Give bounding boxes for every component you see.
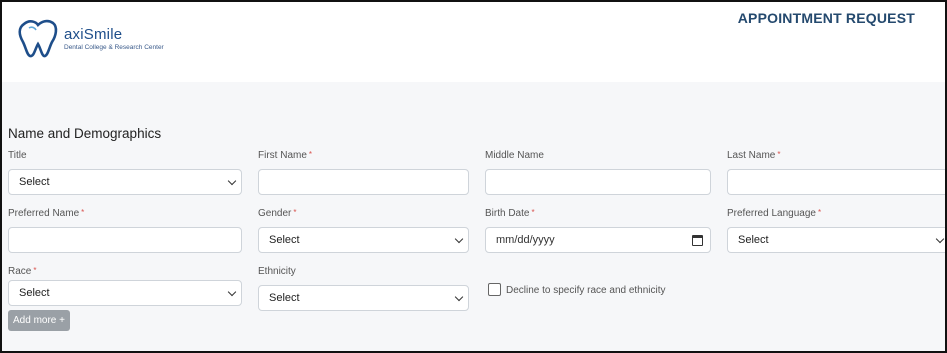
- title-label: Title: [8, 150, 27, 161]
- preferred-name-label: Preferred Name *: [8, 208, 85, 219]
- brand-logo: axiSmile Dental College & Research Cente…: [16, 18, 164, 60]
- appointment-form-window: axiSmile Dental College & Research Cente…: [0, 0, 947, 353]
- tooth-icon: [18, 19, 58, 58]
- page-header: axiSmile Dental College & Research Cente…: [2, 2, 945, 82]
- race-select[interactable]: Select: [8, 280, 242, 306]
- title-select[interactable]: Select: [8, 169, 242, 195]
- page-title: APPOINTMENT REQUEST: [737, 10, 915, 26]
- section-title: Name and Demographics: [8, 126, 162, 141]
- ethnicity-select[interactable]: Select: [258, 285, 469, 311]
- last-name-label: Last Name *: [727, 150, 781, 161]
- birth-date-input[interactable]: mm/dd/yyyy: [485, 227, 711, 253]
- calendar-icon[interactable]: [692, 235, 703, 246]
- race-label: Race *: [8, 266, 37, 277]
- birth-date-label: Birth Date *: [485, 208, 535, 219]
- middle-name-label: Middle Name: [485, 150, 544, 161]
- middle-name-input[interactable]: [485, 169, 711, 195]
- brand-name: axiSmile: [64, 26, 123, 43]
- gender-select[interactable]: Select: [258, 227, 469, 253]
- ethnicity-label: Ethnicity: [258, 266, 296, 277]
- first-name-input[interactable]: [258, 169, 469, 195]
- first-name-label: First Name *: [258, 150, 313, 161]
- preferred-language-label: Preferred Language *: [727, 208, 822, 219]
- decline-label[interactable]: Decline to specify race and ethnicity: [506, 285, 666, 296]
- decline-checkbox[interactable]: [488, 283, 501, 296]
- brand-tagline: Dental College & Research Center: [64, 44, 164, 51]
- add-more-button[interactable]: Add more +: [8, 310, 70, 331]
- preferred-language-select[interactable]: Select: [727, 227, 945, 253]
- preferred-name-input[interactable]: [8, 227, 242, 253]
- last-name-input[interactable]: [727, 169, 945, 195]
- gender-label: Gender *: [258, 208, 297, 219]
